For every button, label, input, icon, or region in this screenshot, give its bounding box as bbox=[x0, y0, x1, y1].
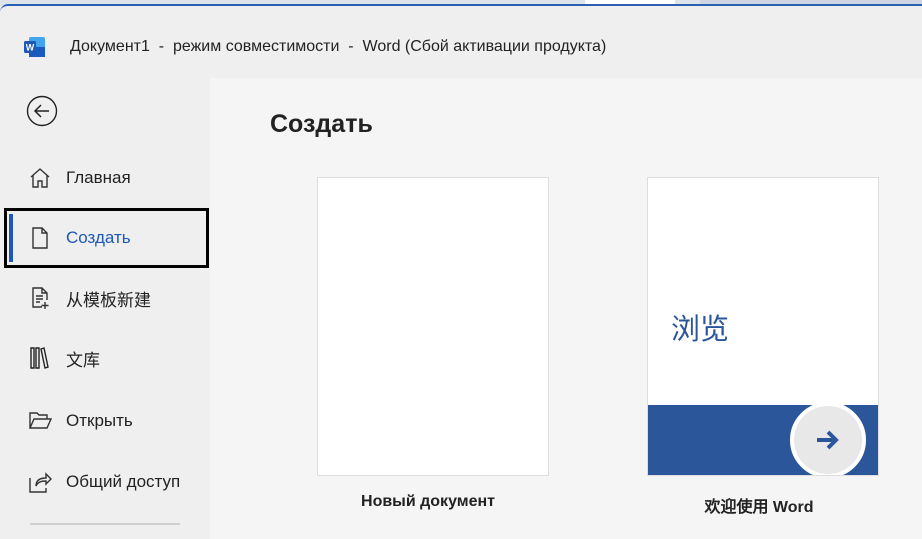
sidebar-item-label: Общий доступ bbox=[66, 472, 181, 491]
home-icon bbox=[30, 168, 50, 188]
sidebar-item-new[interactable]: Создать bbox=[4, 208, 209, 268]
arrow-right-icon bbox=[817, 430, 839, 450]
sidebar-item-library[interactable]: 文库 bbox=[4, 328, 209, 388]
template-blank-document[interactable] bbox=[317, 177, 549, 476]
new-document-icon bbox=[32, 227, 48, 249]
page-title: Создать bbox=[270, 110, 373, 138]
sidebar-divider bbox=[30, 523, 180, 525]
sidebar-item-share[interactable]: Общий доступ bbox=[4, 452, 209, 512]
sidebar-item-label: Открыть bbox=[66, 411, 133, 430]
sidebar-item-label: 从模板新建 bbox=[66, 290, 151, 310]
word-logo-icon: W bbox=[24, 37, 45, 57]
library-icon bbox=[30, 347, 49, 369]
template-icon bbox=[32, 287, 49, 309]
title-bar: W Документ1 - режим совместимости - Word… bbox=[0, 4, 922, 78]
template-caption[interactable]: Новый документ bbox=[312, 493, 544, 511]
sidebar-item-label: Главная bbox=[66, 168, 131, 187]
window-title: Документ1 - режим совместимости - Word (… bbox=[70, 38, 607, 55]
sidebar-item-open[interactable]: Открыть bbox=[4, 391, 209, 451]
browse-text: 浏览 bbox=[671, 314, 730, 346]
sidebar-item-new-from-template[interactable]: 从模板新建 bbox=[4, 268, 209, 328]
template-welcome-to-word[interactable]: 浏览 bbox=[647, 177, 879, 476]
folder-open-icon bbox=[28, 412, 52, 429]
template-caption[interactable]: 欢迎使用 Word bbox=[643, 493, 875, 517]
sidebar-item-home[interactable]: Главная bbox=[4, 148, 209, 208]
sidebar-item-label: Создать bbox=[66, 228, 131, 247]
back-arrow-icon[interactable] bbox=[26, 95, 58, 127]
arrow-button bbox=[790, 402, 866, 475]
svg-text:W: W bbox=[26, 43, 35, 53]
sidebar-item-label: 文库 bbox=[66, 350, 100, 370]
share-icon bbox=[29, 472, 52, 493]
